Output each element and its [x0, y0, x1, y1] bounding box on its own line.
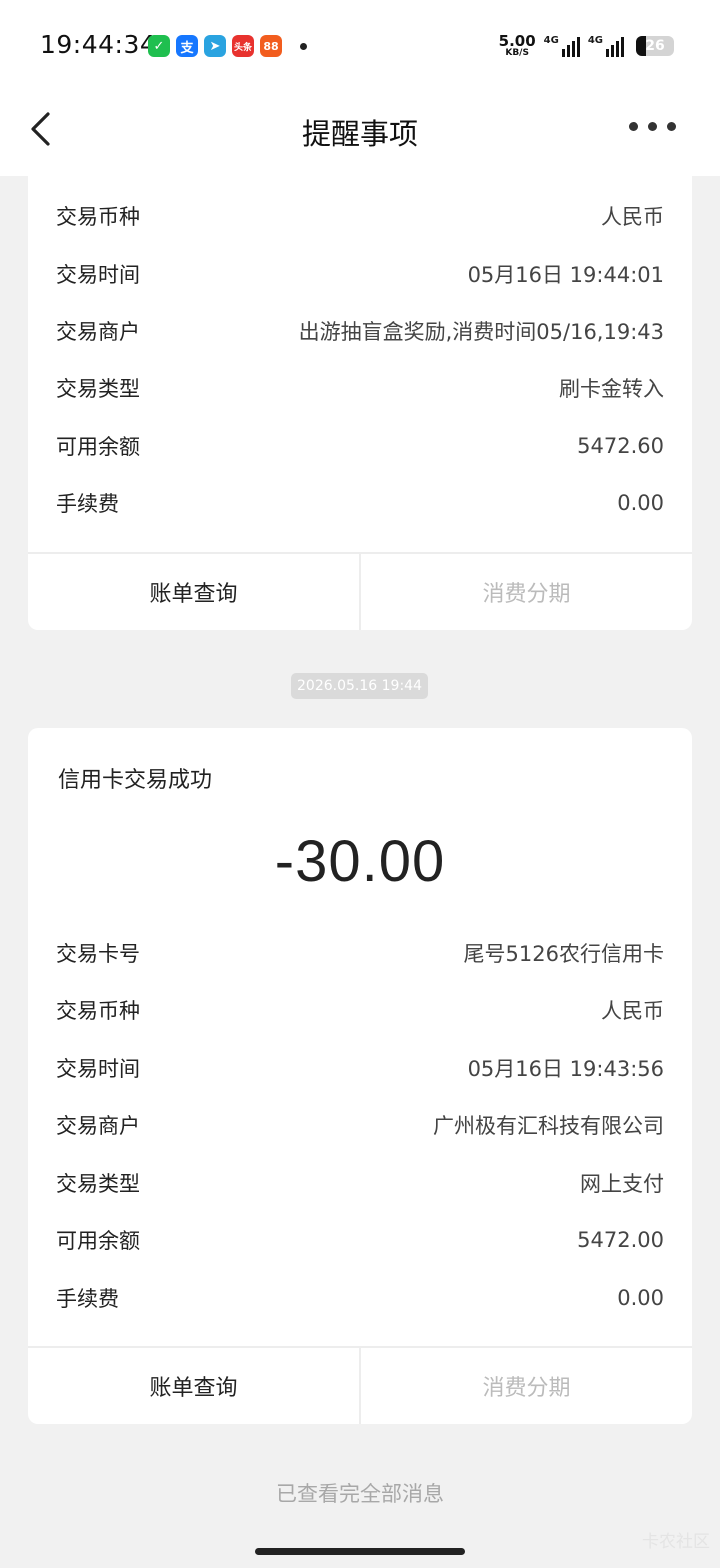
status-indicators: 5.00 KB/S 4G 4G 26: [499, 34, 674, 58]
detail-label: 交易类型: [56, 1172, 140, 1196]
detail-row: 交易商户 广州极有汇科技有限公司: [28, 1105, 692, 1145]
detail-row: 交易币种 人民币: [28, 196, 692, 236]
more-icon[interactable]: [629, 122, 676, 131]
net-speed-value: 5.00: [498, 32, 536, 50]
detail-label: 交易商户: [56, 320, 140, 344]
transaction-amount: -30.00: [274, 829, 446, 894]
detail-label: 手续费: [56, 492, 119, 516]
detail-row: 交易类型 刷卡金转入: [28, 368, 692, 408]
page-title: 提醒事项: [301, 117, 418, 151]
top-nav: 提醒事项: [0, 92, 720, 176]
detail-value: 5472.00: [577, 1228, 664, 1252]
battery-level: 26: [645, 38, 665, 54]
signal-2-label: 4G: [587, 35, 603, 46]
detail-row: 交易卡号 尾号5126农行信用卡: [28, 933, 692, 973]
app-orange-icon: 88: [260, 35, 282, 57]
detail-value: 尾号5126农行信用卡: [463, 942, 664, 966]
detail-value: 人民币: [601, 205, 664, 229]
watermark: 卡农社区: [642, 1532, 710, 1552]
battery-icon: 26: [636, 36, 674, 56]
detail-value: 0.00: [617, 1286, 664, 1310]
alipay-icon: 支: [176, 35, 198, 57]
detail-row: 交易类型 网上支付: [28, 1163, 692, 1203]
transaction-card-1: 交易币种 人民币 交易时间 05月16日 19:44:01 交易商户 出游抽盲盒…: [28, 176, 692, 630]
installment-button[interactable]: 消费分期: [361, 1348, 692, 1424]
detail-label: 可用余额: [56, 435, 140, 459]
card-actions: 账单查询 消费分期: [28, 1346, 692, 1424]
detail-value: 05月16日 19:44:01: [467, 263, 664, 287]
detail-value: 人民币: [601, 999, 664, 1023]
detail-label: 交易卡号: [56, 942, 140, 966]
detail-label: 手续费: [56, 1287, 119, 1311]
detail-row: 交易商户 出游抽盲盒奖励,消费时间05/16,19:43: [28, 311, 692, 351]
detail-value: 广州极有汇科技有限公司: [433, 1114, 664, 1138]
detail-label: 交易商户: [56, 1114, 140, 1138]
detail-label: 交易币种: [56, 205, 140, 229]
net-speed-unit: KB/S: [505, 48, 529, 58]
notification-icons: ✓ 支 ➤ 头条 88: [148, 35, 307, 57]
bill-query-button[interactable]: 账单查询: [28, 1348, 359, 1424]
message-timestamp: 2026.05.16 19:44: [291, 673, 428, 699]
home-indicator[interactable]: [255, 1548, 465, 1555]
detail-row: 可用余额 5472.60: [28, 426, 692, 466]
telegram-icon: ➤: [204, 35, 226, 57]
card-actions: 账单查询 消费分期: [28, 552, 692, 630]
end-of-messages-text: 已查看完全部消息: [276, 1482, 444, 1506]
signal-icon-2: 4G: [588, 35, 624, 57]
card-title: 信用卡交易成功: [58, 768, 213, 793]
bill-query-button[interactable]: 账单查询: [28, 554, 359, 630]
detail-label: 交易类型: [56, 377, 140, 401]
detail-label: 可用余额: [56, 1229, 140, 1253]
detail-value: 05月16日 19:43:56: [467, 1057, 664, 1081]
signal-icon-1: 4G: [544, 35, 580, 57]
detail-value: 刷卡金转入: [559, 377, 664, 401]
detail-row: 手续费 0.00: [28, 483, 692, 523]
detail-row: 可用余额 5472.00: [28, 1220, 692, 1260]
status-time: 19:44:34: [40, 30, 157, 59]
detail-label: 交易时间: [56, 263, 140, 287]
detail-value: 5472.60: [577, 434, 664, 458]
detail-row: 交易时间 05月16日 19:43:56: [28, 1048, 692, 1088]
signal-1-label: 4G: [543, 35, 559, 46]
detail-row: 交易时间 05月16日 19:44:01: [28, 254, 692, 294]
detail-label: 交易币种: [56, 999, 140, 1023]
detail-value: 网上支付: [580, 1172, 664, 1196]
status-bar: 19:44:34 ✓ 支 ➤ 头条 88 5.00 KB/S 4G 4G 26: [0, 0, 720, 92]
net-speed: 5.00 KB/S: [499, 34, 536, 58]
detail-value: 0.00: [617, 491, 664, 515]
detail-value: 出游抽盲盒奖励,消费时间05/16,19:43: [298, 320, 664, 344]
wechat-icon: ✓: [148, 35, 170, 57]
detail-row: 交易币种 人民币: [28, 990, 692, 1030]
installment-button[interactable]: 消费分期: [361, 554, 692, 630]
more-notifications-dot: [300, 42, 307, 50]
toutiao-icon: 头条: [232, 35, 254, 57]
detail-label: 交易时间: [56, 1057, 140, 1081]
transaction-card-2: 信用卡交易成功 -30.00 交易卡号 尾号5126农行信用卡 交易币种 人民币…: [28, 728, 692, 1424]
detail-row: 手续费 0.00: [28, 1278, 692, 1318]
